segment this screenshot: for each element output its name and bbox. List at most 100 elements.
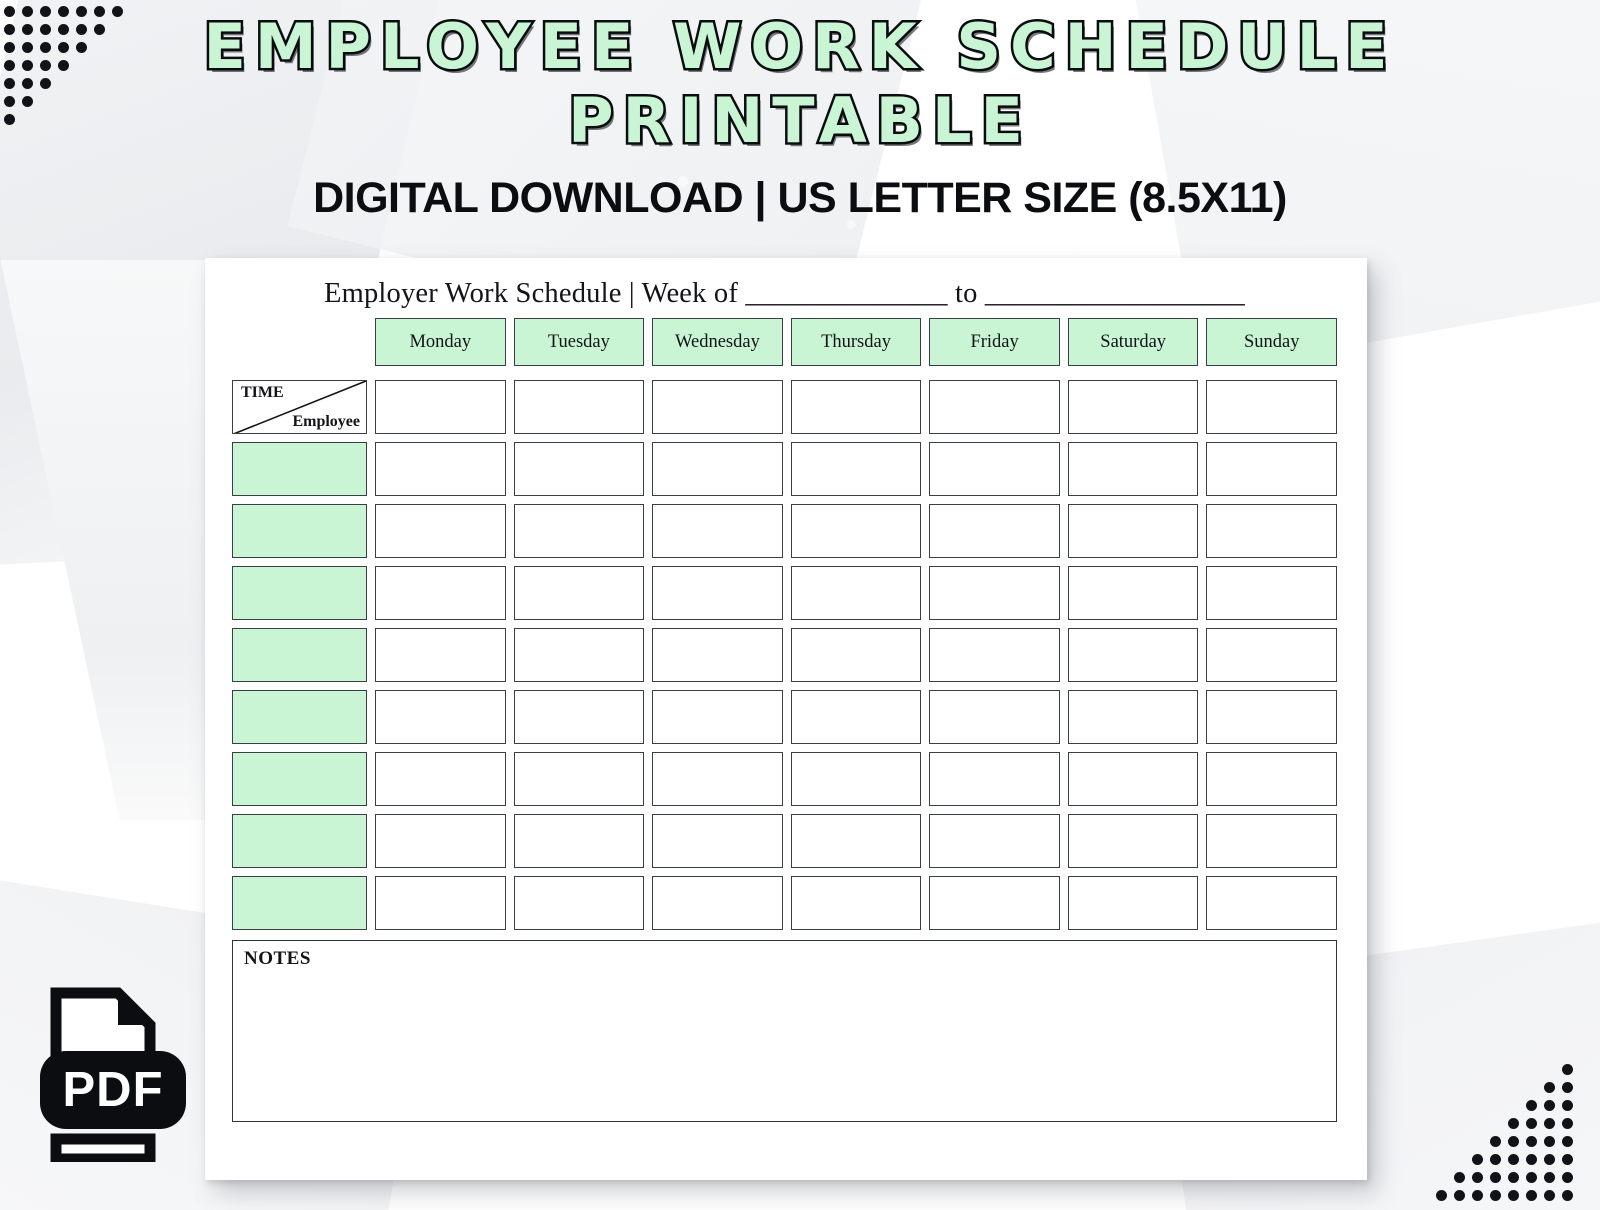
decorative-dot — [1562, 1100, 1573, 1111]
schedule-cell[interactable] — [790, 504, 922, 558]
decorative-dot — [1508, 1136, 1519, 1147]
decorative-dot — [1508, 1190, 1519, 1201]
schedule-cell[interactable] — [790, 690, 922, 744]
decorative-dot — [1436, 1190, 1447, 1201]
schedule-cell[interactable] — [375, 876, 506, 930]
schedule-cell[interactable] — [790, 876, 922, 930]
schedule-cell[interactable] — [513, 504, 645, 558]
schedule-cell[interactable] — [929, 876, 1060, 930]
schedule-cell[interactable] — [929, 442, 1060, 496]
decorative-dot — [1562, 1136, 1573, 1147]
employee-name-cell[interactable] — [232, 442, 367, 496]
schedule-cell[interactable] — [929, 380, 1060, 434]
schedule-cell[interactable] — [375, 628, 506, 682]
schedule-cell[interactable] — [652, 876, 783, 930]
schedule-cell[interactable] — [652, 566, 783, 620]
schedule-cell[interactable] — [1067, 752, 1199, 806]
schedule-cell[interactable] — [929, 690, 1060, 744]
schedule-cell[interactable] — [1067, 690, 1199, 744]
corner-employee-label: Employee — [292, 413, 360, 430]
printable-sheet: Employer Work Schedule | Week of _______… — [205, 258, 1367, 1180]
schedule-cell[interactable] — [1206, 380, 1338, 434]
schedule-cell[interactable] — [1206, 876, 1338, 930]
schedule-cell[interactable] — [790, 752, 922, 806]
employee-name-cell[interactable] — [232, 628, 367, 682]
employee-name-cell[interactable] — [232, 690, 367, 744]
schedule-cell[interactable] — [652, 628, 783, 682]
employee-name-cell[interactable] — [232, 876, 367, 930]
decorative-dot — [1562, 1190, 1573, 1201]
schedule-cell[interactable] — [513, 566, 645, 620]
schedule-row: TIME Employee — [232, 380, 1338, 434]
schedule-cell[interactable] — [513, 814, 645, 868]
schedule-cell[interactable] — [1206, 504, 1338, 558]
schedule-cell[interactable] — [1206, 690, 1338, 744]
decorative-dot — [1544, 1136, 1555, 1147]
schedule-cell[interactable] — [1206, 814, 1338, 868]
schedule-cell[interactable] — [1067, 876, 1199, 930]
employee-name-cell[interactable] — [232, 566, 367, 620]
schedule-cell[interactable] — [375, 504, 506, 558]
svg-text:PDF: PDF — [63, 1063, 164, 1117]
schedule-row — [232, 442, 1338, 496]
schedule-row — [232, 752, 1338, 806]
decorative-dot — [1508, 1118, 1519, 1129]
employee-name-cell[interactable] — [232, 752, 367, 806]
schedule-cell[interactable] — [1067, 442, 1199, 496]
day-header-saturday: Saturday — [1067, 318, 1199, 366]
schedule-row — [232, 814, 1338, 868]
decorative-dot — [1562, 1064, 1573, 1075]
schedule-cell[interactable] — [929, 752, 1060, 806]
schedule-cell[interactable] — [652, 814, 783, 868]
schedule-cell[interactable] — [652, 504, 783, 558]
day-header-friday: Friday — [929, 318, 1060, 366]
schedule-cell[interactable] — [375, 752, 506, 806]
schedule-cell[interactable] — [790, 814, 922, 868]
employee-name-cell[interactable] — [232, 814, 367, 868]
schedule-cell[interactable] — [1206, 628, 1338, 682]
day-header-tuesday: Tuesday — [513, 318, 645, 366]
schedule-cell[interactable] — [790, 380, 922, 434]
schedule-cell[interactable] — [375, 566, 506, 620]
schedule-cell[interactable] — [1206, 566, 1338, 620]
schedule-cell[interactable] — [513, 380, 645, 434]
schedule-cell[interactable] — [1206, 442, 1338, 496]
schedule-row — [232, 690, 1338, 744]
schedule-cell[interactable] — [652, 442, 783, 496]
decorative-dot — [1526, 1100, 1537, 1111]
schedule-cell[interactable] — [375, 690, 506, 744]
schedule-cell[interactable] — [1067, 380, 1199, 434]
dot-pattern-bottom-right — [1436, 1064, 1596, 1204]
schedule-cell[interactable] — [375, 442, 506, 496]
schedule-cell[interactable] — [652, 690, 783, 744]
schedule-cell[interactable] — [513, 876, 645, 930]
schedule-cell[interactable] — [513, 752, 645, 806]
schedule-cell[interactable] — [1067, 814, 1199, 868]
decorative-dot — [1544, 1100, 1555, 1111]
schedule-cell[interactable] — [1206, 752, 1338, 806]
schedule-cell[interactable] — [929, 628, 1060, 682]
notes-box[interactable]: NOTES — [232, 940, 1337, 1122]
schedule-cell[interactable] — [375, 814, 506, 868]
schedule-cell[interactable] — [929, 504, 1060, 558]
schedule-cell[interactable] — [1067, 628, 1199, 682]
schedule-cell[interactable] — [1067, 504, 1199, 558]
schedule-row — [232, 504, 1338, 558]
day-header-sunday: Sunday — [1206, 318, 1338, 366]
schedule-cell[interactable] — [652, 380, 783, 434]
time-employee-corner-cell: TIME Employee — [232, 380, 367, 434]
schedule-cell[interactable] — [790, 442, 922, 496]
decorative-dot — [1454, 1172, 1465, 1183]
schedule-cell[interactable] — [929, 814, 1060, 868]
schedule-cell[interactable] — [375, 380, 506, 434]
schedule-cell[interactable] — [513, 442, 645, 496]
employee-name-cell[interactable] — [232, 504, 367, 558]
schedule-cell[interactable] — [513, 628, 645, 682]
decorative-dot — [1544, 1082, 1555, 1093]
schedule-cell[interactable] — [929, 566, 1060, 620]
schedule-cell[interactable] — [513, 690, 645, 744]
schedule-cell[interactable] — [790, 566, 922, 620]
schedule-cell[interactable] — [652, 752, 783, 806]
schedule-cell[interactable] — [790, 628, 922, 682]
schedule-cell[interactable] — [1067, 566, 1199, 620]
